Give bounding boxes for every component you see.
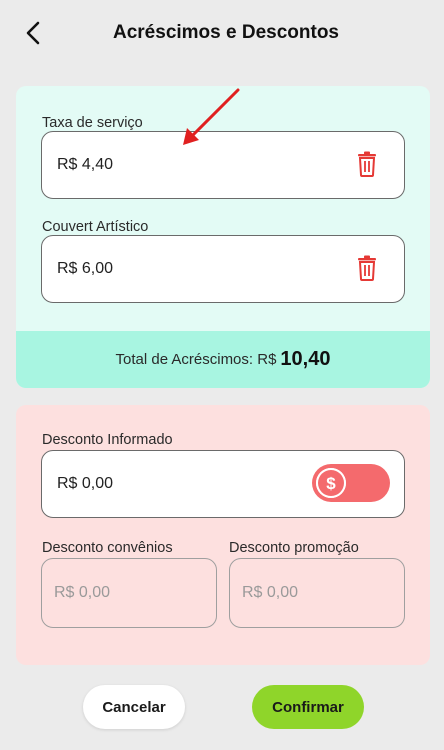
couvert-field bbox=[41, 235, 405, 303]
cancel-button[interactable]: Cancelar bbox=[83, 685, 185, 729]
couvert-input[interactable] bbox=[57, 236, 317, 302]
trash-icon[interactable] bbox=[356, 151, 378, 177]
couvert-label: Couvert Artístico bbox=[42, 219, 149, 235]
header: Acréscimos e Descontos bbox=[0, 0, 444, 68]
desconto-promocao-input[interactable] bbox=[242, 559, 392, 627]
dollar-icon: $ bbox=[316, 468, 346, 498]
total-acrescimos-bar: Total de Acréscimos: R$ 10,40 bbox=[16, 331, 430, 388]
trash-icon[interactable] bbox=[356, 255, 378, 281]
page-title: Acréscimos e Descontos bbox=[113, 22, 339, 43]
desconto-convenios-field bbox=[41, 558, 217, 628]
acrescimos-card: Taxa de serviço Couvert Artístico Total … bbox=[16, 86, 430, 388]
total-acrescimos-value: 10,40 bbox=[280, 348, 331, 370]
desconto-promocao-field bbox=[229, 558, 405, 628]
desconto-informado-field: $ bbox=[41, 450, 405, 518]
desconto-informado-input[interactable] bbox=[57, 451, 317, 517]
total-acrescimos-label: Total de Acréscimos: R$ bbox=[115, 351, 277, 368]
taxa-servico-input[interactable] bbox=[57, 132, 317, 198]
desconto-promocao-label: Desconto promoção bbox=[229, 540, 359, 556]
confirm-button[interactable]: Confirmar bbox=[252, 685, 364, 729]
desconto-convenios-input[interactable] bbox=[54, 559, 204, 627]
taxa-servico-field bbox=[41, 131, 405, 199]
desconto-toggle[interactable]: $ bbox=[312, 464, 390, 502]
desconto-convenios-label: Desconto convênios bbox=[42, 540, 173, 556]
svg-text:$: $ bbox=[326, 474, 336, 493]
desconto-informado-label: Desconto Informado bbox=[42, 432, 173, 448]
descontos-card: Desconto Informado $ Desconto convênios … bbox=[16, 405, 430, 665]
taxa-servico-label: Taxa de serviço bbox=[42, 115, 143, 131]
